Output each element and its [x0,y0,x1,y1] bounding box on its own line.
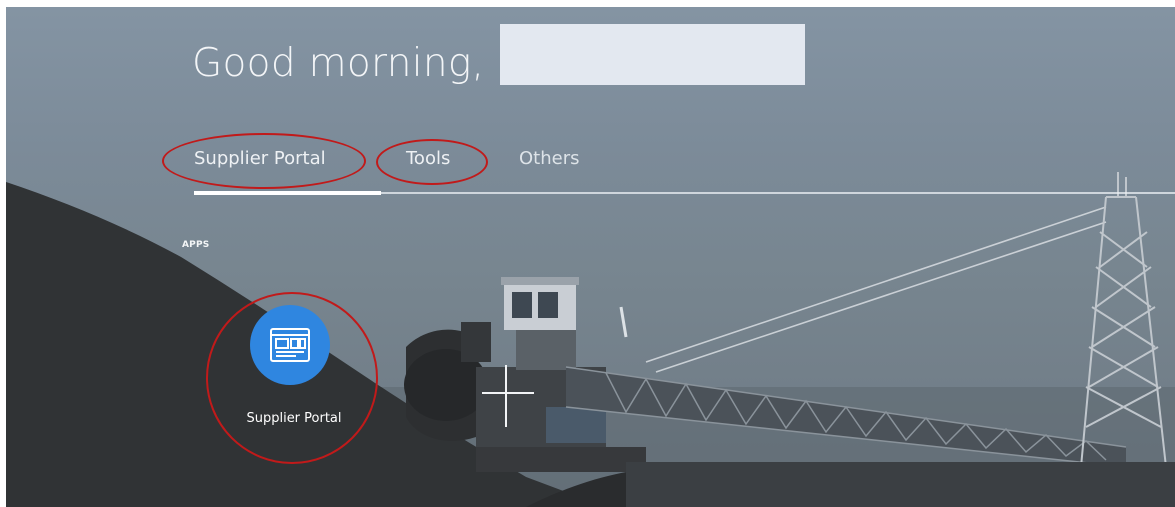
tab-others[interactable]: Others [519,145,580,173]
home-page: Good morning, Supplier Portal Tools Othe… [6,7,1175,507]
tab-bar: Supplier Portal Tools Others [6,7,1175,207]
apps-section-label: APPS [182,240,210,250]
tab-selected-indicator [194,191,381,195]
tab-supplier-portal[interactable]: Supplier Portal [194,145,326,173]
app-label-supplier-portal: Supplier Portal [246,411,342,426]
supplier-portal-icon[interactable] [250,305,330,385]
tab-tools[interactable]: Tools [406,145,450,173]
app-tile-supplier-portal[interactable]: Supplier Portal [232,305,356,435]
